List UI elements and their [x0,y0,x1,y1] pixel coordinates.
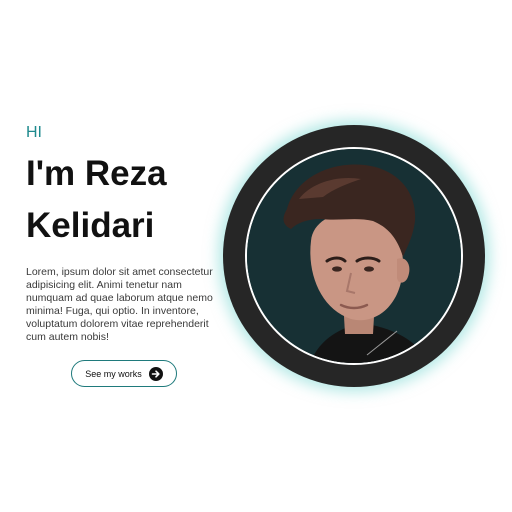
intro-block: HI I'm Reza Kelidari [26,124,226,252]
portrait-frame [223,125,485,387]
arrow-right-circle-icon [148,366,163,381]
bio-paragraph: Lorem, ipsum dolor sit amet consectetur … [26,266,213,343]
see-my-works-label: See my works [85,368,142,379]
see-my-works-button[interactable]: See my works [71,360,177,387]
greeting-text: HI [26,124,42,141]
hero-section: HI I'm Reza Kelidari Lorem, ipsum dolor … [0,0,512,512]
profile-photo [245,147,463,365]
name-heading: I'm Reza Kelidari [26,148,226,252]
name-line-1: I'm Reza [26,154,167,193]
name-line-2: Kelidari [26,206,155,245]
